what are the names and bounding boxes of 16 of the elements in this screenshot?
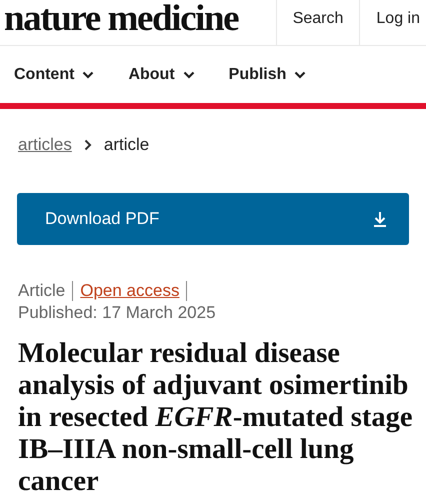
chevron-down-icon bbox=[294, 70, 306, 78]
site-logo[interactable]: nature medicine bbox=[0, 0, 238, 45]
chevron-down-icon bbox=[182, 70, 195, 78]
breadcrumb-current: article bbox=[104, 135, 150, 155]
breadcrumb-link[interactable]: articles bbox=[18, 135, 72, 155]
chevron-down-icon bbox=[82, 70, 94, 78]
nav-menu[interactable]: About bbox=[128, 66, 195, 84]
nav-menu[interactable]: Content bbox=[14, 66, 94, 84]
open-access-link[interactable]: Open access bbox=[80, 280, 180, 302]
download-pdf-button[interactable]: Download PDF bbox=[17, 193, 409, 245]
chevron-right-icon bbox=[84, 139, 92, 151]
article-title: Molecular residual disease analysis of adjuvant osimertinib in resected EGFR-mutated stage IB–IIIA non-small-cell lung cancer bbox=[17, 338, 414, 498]
download-icon bbox=[373, 211, 387, 227]
article-type: Article bbox=[18, 280, 66, 302]
nav-menu[interactable]: Publish bbox=[228, 66, 306, 84]
published-date: Published: 17 March 2025 bbox=[17, 302, 217, 324]
